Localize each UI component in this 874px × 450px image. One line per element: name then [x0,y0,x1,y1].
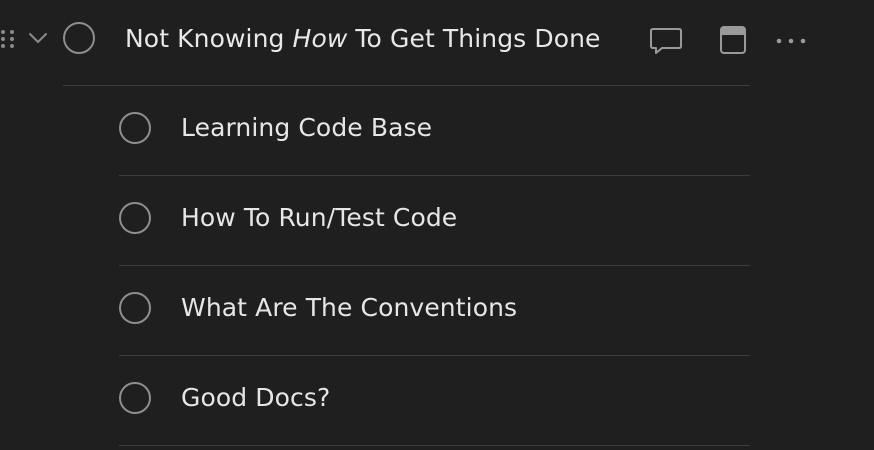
chevron-down-icon[interactable] [27,29,49,47]
divider [63,85,750,86]
subtask-label[interactable]: What Are The Conventions [181,291,517,325]
task-title[interactable]: Not Knowing How To Get Things Done [125,20,601,58]
subtask-checkbox[interactable] [119,202,151,234]
divider [119,265,750,266]
subtask-checkbox[interactable] [119,382,151,414]
task-complete-checkbox[interactable] [63,22,95,54]
calendar-icon[interactable] [716,24,750,56]
divider [119,355,750,356]
subtask-label[interactable]: Learning Code Base [181,111,432,145]
divider [119,445,750,446]
drag-handle-icon[interactable] [0,28,18,50]
task-title-prefix: Not Knowing [125,24,293,53]
subtask-label[interactable]: How To Run/Test Code [181,201,457,235]
subtask-label[interactable]: Good Docs? [181,381,330,415]
subtask-checkbox[interactable] [119,112,151,144]
task-title-suffix: To Get Things Done [347,24,601,53]
comment-icon[interactable] [649,24,683,56]
task-title-emphasis: How [292,24,348,53]
more-icon[interactable] [774,24,808,56]
divider [119,175,750,176]
subtask-checkbox[interactable] [119,292,151,324]
